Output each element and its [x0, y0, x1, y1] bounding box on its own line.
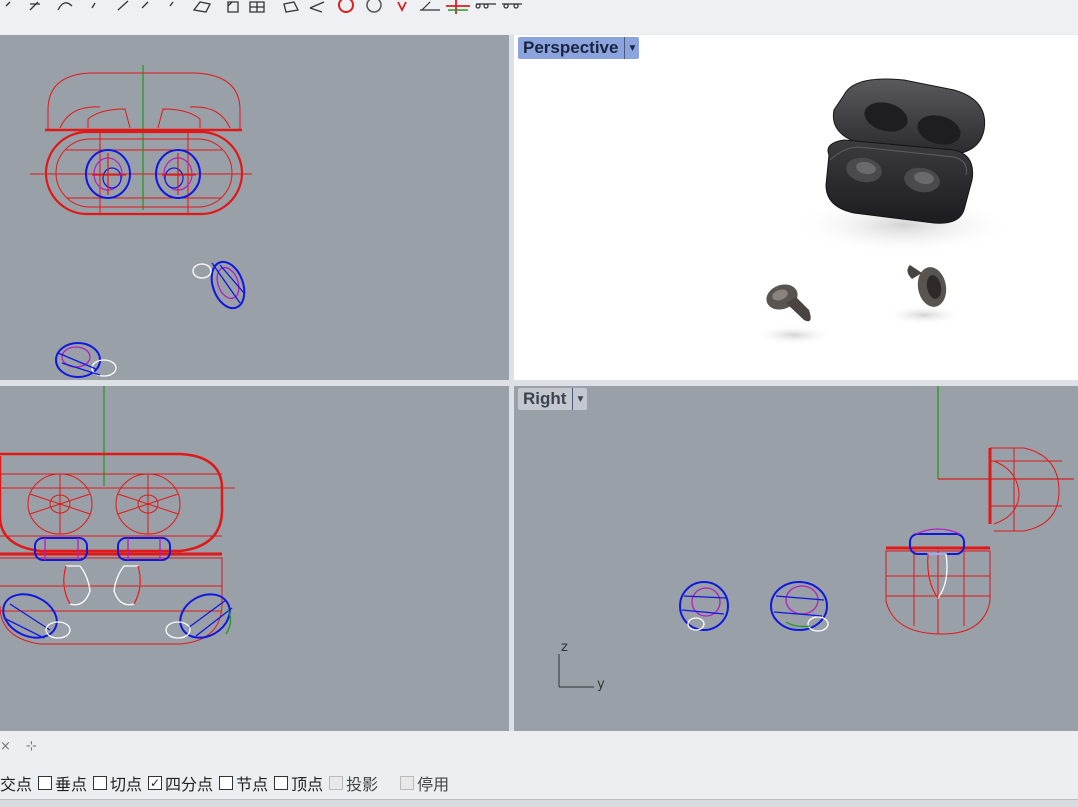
osnap-label: 投影 [346, 775, 379, 794]
tool-surface-icon [283, 1, 299, 13]
viewport-tab-perspective[interactable]: Perspective ▼ [518, 37, 640, 59]
osnap-checkbox[interactable] [38, 776, 53, 790]
tool-polyline-icon [117, 0, 129, 11]
osnap-checkbox[interactable] [93, 776, 108, 790]
axis-label-y: y [597, 677, 605, 692]
viewport-label-right: Right [523, 389, 567, 408]
viewport-divider-horizontal[interactable] [0, 380, 1078, 386]
tool-tick-icon [169, 1, 174, 7]
top-view-wireframe [30, 65, 252, 378]
osnap-label: 切点 [110, 775, 143, 794]
osnap-checkbox[interactable] [274, 776, 289, 790]
viewport-perspective[interactable]: Perspective ▼ [514, 35, 1078, 380]
tool-plane-icon [192, 1, 211, 13]
osnap-item[interactable]: 顶点 [274, 771, 323, 795]
viewport-front[interactable] [0, 386, 509, 731]
osnap-label: 垂点 [55, 775, 88, 794]
osnap-label: 四分点 [165, 775, 214, 794]
osnap-label: 停用 [417, 775, 450, 794]
viewport-label-perspective: Perspective [523, 38, 619, 57]
osnap-checkbox[interactable] [219, 776, 234, 790]
osnap-item[interactable]: 节点 [219, 771, 268, 795]
tool-dimension-icon [420, 1, 440, 11]
osnap-item[interactable]: 交点 [0, 771, 32, 795]
osnap-item[interactable]: 切点 [93, 771, 142, 795]
tool-arc-icon [141, 1, 149, 9]
osnap-label: 交点 [0, 775, 33, 794]
viewport-tab-right[interactable]: Right ▼ [518, 388, 588, 410]
tool-split-icon [309, 1, 325, 13]
osnap-item[interactable]: 停用 [400, 771, 449, 795]
viewport-divider-vertical[interactable] [509, 35, 514, 731]
viewport-right[interactable]: z y Right ▼ [514, 386, 1078, 731]
tool-grid-icon [249, 1, 265, 13]
tool-chain-icon [475, 3, 496, 9]
tool-chain2-icon [502, 3, 522, 9]
toolbar [0, 0, 1078, 34]
tool-curve-icon [57, 2, 73, 11]
perspective-render [754, 78, 1014, 345]
osnap-checkbox[interactable]: ✓ [148, 776, 163, 790]
osnap-checkbox[interactable] [329, 776, 344, 790]
osnap-label: 节点 [236, 775, 269, 794]
tool-target-icon [366, 0, 382, 13]
osnap-checkbox[interactable] [400, 776, 415, 790]
front-view-wireframe [0, 386, 235, 645]
osnap-bar: 交点 垂点 切点 ✓ 四分点 节点 顶点 投影 停用 [0, 771, 455, 795]
viewport-top[interactable] [0, 35, 509, 380]
right-view-wireframe: z y [558, 386, 1074, 692]
tool-dot-icon [91, 2, 96, 9]
axis-widget [558, 654, 594, 688]
tool-record-icon [338, 0, 354, 13]
axis-label-z: z [561, 640, 568, 655]
cross-icon: × [0, 739, 11, 754]
toolbar-icons[interactable] [0, 0, 1078, 34]
plus-icon: ⊹ [26, 739, 37, 754]
tool-cross-red-icon [397, 1, 407, 13]
osnap-label: 顶点 [291, 775, 324, 794]
triangle-down-icon[interactable]: ▼ [572, 388, 587, 410]
osnap-item[interactable]: ✓ 四分点 [148, 771, 213, 795]
triangle-down-icon[interactable]: ▼ [624, 37, 639, 59]
osnap-item[interactable]: 垂点 [38, 771, 87, 795]
tool-line-icon [29, 1, 40, 11]
tool-point-icon [5, 1, 11, 7]
tool-axis-icon [446, 0, 470, 14]
osnap-item[interactable]: 投影 [329, 771, 378, 795]
tool-box-icon [227, 1, 239, 13]
